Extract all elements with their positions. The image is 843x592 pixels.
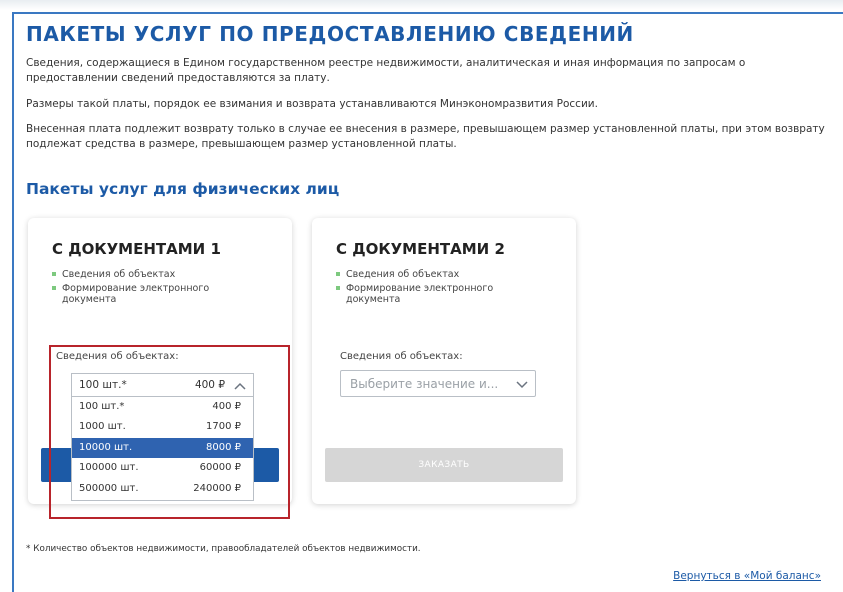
chevron-down-icon xyxy=(516,381,528,389)
feature-list: Сведения об объектах Формирование электр… xyxy=(336,269,526,308)
card-title: С ДОКУМЕНТАМИ 1 xyxy=(52,240,221,258)
annotation-highlight-frame xyxy=(49,345,290,519)
page-title: ПАКЕТЫ УСЛУГ ПО ПРЕДОСТАВЛЕНИЮ СВЕДЕНИЙ xyxy=(26,22,634,46)
objects-select[interactable]: Выберите значение и... xyxy=(340,370,536,397)
frame-left-border xyxy=(12,12,14,592)
bullet-icon xyxy=(52,272,56,276)
feature-label: Формирование электронного документа xyxy=(62,283,210,305)
order-button[interactable]: ЗАКАЗАТЬ xyxy=(325,448,563,482)
feature-label: Сведения об объектах xyxy=(346,269,460,280)
refund-paragraph: Внесенная плата подлежит возврату только… xyxy=(26,123,825,150)
package-card-2: С ДОКУМЕНТАМИ 2 Сведения об объектах Фор… xyxy=(312,218,576,504)
feature-label: Сведения об объектах xyxy=(62,269,176,280)
bullet-icon xyxy=(336,286,340,290)
footnote: * Количество объектов недвижимости, прав… xyxy=(26,544,421,554)
frame-top-border xyxy=(12,12,843,14)
bullet-icon xyxy=(52,286,56,290)
bullet-icon xyxy=(336,272,340,276)
card-title: С ДОКУМЕНТАМИ 2 xyxy=(336,240,505,258)
feature-list: Сведения об объектах Формирование электр… xyxy=(52,269,242,308)
feature-item: Формирование электронного документа xyxy=(336,283,526,305)
section-title: Пакеты услуг для физических лиц xyxy=(26,180,340,198)
feature-item: Формирование электронного документа xyxy=(52,283,242,305)
top-bar-shade xyxy=(0,0,843,10)
field-label: Сведения об объектах: xyxy=(340,351,463,362)
intro-paragraph: Сведения, содержащиеся в Едином государс… xyxy=(26,57,746,84)
select-placeholder: Выберите значение и... xyxy=(350,377,499,391)
feature-item: Сведения об объектах xyxy=(336,269,526,280)
fee-paragraph: Размеры такой платы, порядок ее взимания… xyxy=(26,98,598,110)
feature-item: Сведения об объектах xyxy=(52,269,242,280)
feature-label: Формирование электронного документа xyxy=(346,283,494,305)
back-to-balance-link[interactable]: Вернуться в «Мой баланс» xyxy=(673,570,821,582)
